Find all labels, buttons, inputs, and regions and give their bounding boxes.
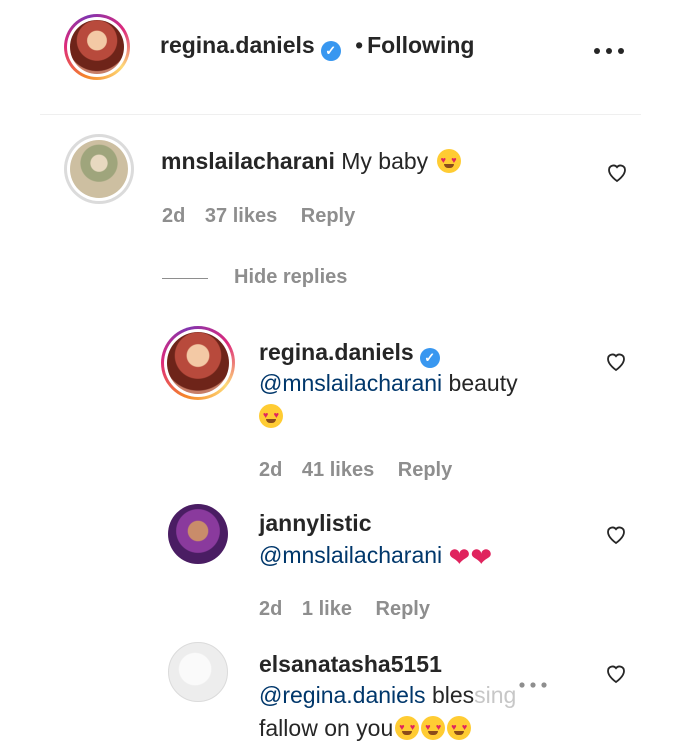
reply-text-faded: sing bbox=[474, 682, 517, 708]
reply-text: beauty bbox=[448, 370, 518, 396]
reply-avatar[interactable] bbox=[168, 504, 228, 564]
red-heart-emoji: ❤ bbox=[448, 542, 471, 572]
header-separator: • bbox=[355, 32, 364, 58]
reply-username[interactable]: jannylistic bbox=[259, 510, 371, 536]
header-avatar[interactable] bbox=[64, 14, 130, 80]
header-username[interactable]: regina.daniels bbox=[160, 32, 315, 58]
reply-avatar[interactable] bbox=[168, 642, 228, 702]
comment-username[interactable]: mnslailacharani bbox=[161, 148, 335, 174]
comment-time: 2d bbox=[162, 205, 186, 227]
following-button[interactable]: Following bbox=[367, 32, 474, 58]
reply-mention[interactable]: @mnslailacharani bbox=[259, 542, 442, 568]
comment-avatar[interactable] bbox=[64, 134, 134, 204]
reply-text: fallow on you bbox=[259, 715, 394, 741]
reply-reply-button[interactable]: Reply bbox=[398, 459, 452, 481]
reply-time: 2d bbox=[259, 598, 283, 620]
reply-likes[interactable]: 1 like bbox=[302, 598, 352, 620]
comment-reply-button[interactable]: Reply bbox=[301, 205, 355, 227]
like-heart-icon[interactable] bbox=[604, 522, 628, 546]
heart-eyes-emoji: ♥ ♥ bbox=[436, 149, 461, 173]
like-heart-icon[interactable] bbox=[604, 661, 628, 685]
more-options-icon[interactable] bbox=[593, 42, 625, 54]
hide-replies-button[interactable]: Hide replies bbox=[234, 266, 347, 289]
heart-eyes-emoji: ♥ ♥ bbox=[447, 716, 472, 740]
reply-reply-button[interactable]: Reply bbox=[376, 598, 430, 620]
reply-likes[interactable]: 41 likes bbox=[302, 459, 374, 481]
like-heart-icon[interactable] bbox=[605, 160, 629, 184]
hide-replies-line bbox=[162, 278, 208, 279]
comment-text: My baby bbox=[341, 148, 429, 174]
comment-likes[interactable]: 37 likes bbox=[205, 205, 277, 227]
header-divider bbox=[40, 114, 641, 115]
reply-mention[interactable]: @regina.daniels bbox=[259, 682, 426, 708]
red-heart-emoji: ❤ bbox=[470, 542, 493, 572]
reply-more-options-icon[interactable] bbox=[518, 676, 548, 688]
verified-badge-icon: ✓ bbox=[419, 348, 440, 368]
like-heart-icon[interactable] bbox=[604, 349, 628, 373]
reply-username[interactable]: elsanatasha5151 bbox=[259, 651, 442, 677]
reply-username[interactable]: regina.daniels bbox=[259, 339, 414, 365]
heart-eyes-emoji: ♥ ♥ bbox=[395, 716, 420, 740]
reply-mention[interactable]: @mnslailacharani bbox=[259, 370, 442, 396]
heart-eyes-emoji: ♥ ♥ bbox=[421, 716, 446, 740]
reply-time: 2d bbox=[259, 459, 283, 481]
smiling-face-with-hearts-emoji: ♥ ♥ bbox=[259, 404, 283, 429]
reply-avatar[interactable] bbox=[161, 326, 235, 400]
verified-badge-icon: ✓ bbox=[320, 41, 341, 61]
reply-text: bles bbox=[431, 682, 475, 708]
